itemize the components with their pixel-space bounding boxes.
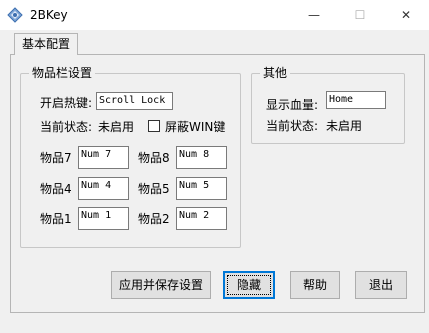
apply-save-button[interactable]: 应用并保存设置	[111, 271, 211, 299]
slot-field[interactable]: Num 8	[176, 146, 227, 169]
slot-field[interactable]: Num 2	[176, 207, 227, 230]
exit-button[interactable]: 退出	[355, 271, 407, 299]
minimize-button[interactable]: —	[291, 0, 337, 30]
hotkey-label: 开启热键:	[40, 96, 93, 110]
hotkey-field[interactable]: Scroll Lock	[96, 92, 173, 110]
slot-label: 物品8	[138, 151, 170, 165]
hide-button[interactable]: 隐藏	[223, 271, 275, 299]
slot-field[interactable]: Num 1	[78, 207, 129, 230]
slot-field[interactable]: Num 4	[78, 177, 129, 200]
close-button[interactable]: ✕	[383, 0, 429, 30]
slot-label: 物品1	[40, 212, 72, 226]
health-hotkey-field[interactable]: Home	[326, 91, 386, 109]
help-button[interactable]: 帮助	[290, 271, 340, 299]
other-status-label: 当前状态:	[266, 119, 319, 133]
maximize-button[interactable]: ☐	[337, 0, 383, 30]
maximize-icon: ☐	[354, 8, 366, 22]
items-status-value: 未启用	[98, 120, 135, 134]
block-win-checkbox[interactable]	[148, 120, 160, 132]
slot-label: 物品2	[138, 212, 170, 226]
slot-label: 物品5	[138, 182, 170, 196]
window-title: 2BKey	[30, 8, 68, 22]
items-status-label: 当前状态:	[40, 120, 93, 134]
items-group-title: 物品栏设置	[29, 65, 96, 81]
other-status-value: 未启用	[326, 119, 363, 133]
hide-button-label: 隐藏	[227, 275, 271, 295]
minimize-icon: —	[308, 8, 320, 22]
app-logo-icon	[6, 6, 24, 24]
other-group-title: 其他	[260, 65, 291, 81]
slot-field[interactable]: Num 7	[78, 146, 129, 169]
slot-field[interactable]: Num 5	[176, 177, 227, 200]
close-icon: ✕	[400, 8, 412, 22]
health-label: 显示血量:	[266, 98, 319, 112]
slot-label: 物品7	[40, 151, 72, 165]
block-win-label: 屏蔽WIN键	[165, 120, 226, 134]
tab-basic-config[interactable]: 基本配置	[14, 33, 78, 55]
title-bar[interactable]: 2BKey — ☐ ✕	[0, 0, 429, 30]
slot-label: 物品4	[40, 182, 72, 196]
